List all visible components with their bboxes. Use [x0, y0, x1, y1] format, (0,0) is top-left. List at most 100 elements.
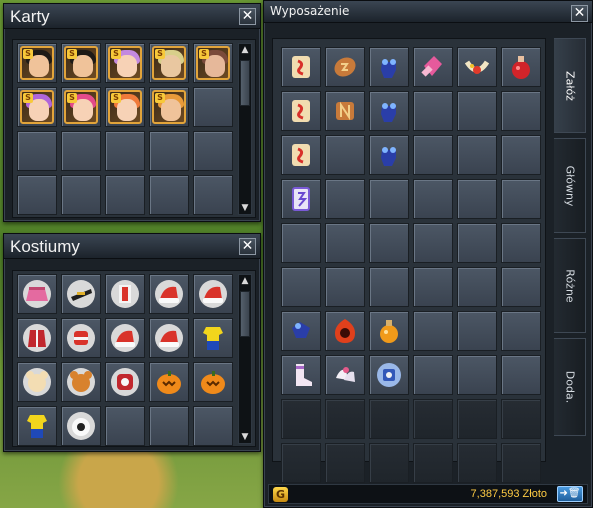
item-slot[interactable] [369, 47, 409, 87]
tab-equip[interactable]: Załóż [554, 38, 586, 133]
item-slot-empty[interactable] [325, 179, 365, 219]
item-slot-empty[interactable] [501, 223, 541, 263]
card-slot-empty[interactable] [193, 131, 233, 171]
item-slot-empty[interactable] [413, 135, 453, 175]
item-slot-empty[interactable] [369, 223, 409, 263]
scroll-down-icon[interactable]: ▼ [239, 202, 251, 214]
item-slot-empty[interactable] [281, 267, 321, 307]
item-slot[interactable] [369, 91, 409, 131]
item-slot[interactable] [281, 91, 321, 131]
costume-slot[interactable] [61, 406, 101, 446]
item-slot[interactable] [413, 47, 453, 87]
costume-slot[interactable] [17, 274, 57, 314]
costumes-close-button[interactable]: ✕ [239, 238, 256, 255]
tab-main[interactable]: Główny [554, 138, 586, 233]
cards-window-titlebar[interactable]: Karty ✕ [4, 4, 260, 29]
costumes-window-titlebar[interactable]: Kostiumy ✕ [4, 234, 260, 259]
card-slot[interactable]: S [17, 87, 57, 127]
item-slot[interactable] [281, 135, 321, 175]
item-slot-empty[interactable] [413, 355, 453, 395]
item-slot[interactable] [281, 179, 321, 219]
costume-slot-empty[interactable] [105, 406, 145, 446]
item-slot-empty[interactable] [501, 179, 541, 219]
item-slot-empty[interactable] [413, 179, 453, 219]
card-slot[interactable]: S [17, 43, 57, 83]
costume-slot[interactable] [193, 318, 233, 358]
card-slot-empty[interactable] [149, 131, 189, 171]
card-slot[interactable]: S [61, 87, 101, 127]
tab-extra[interactable]: Doda. [554, 338, 586, 436]
costume-slot[interactable] [61, 274, 101, 314]
item-slot-empty[interactable] [457, 179, 497, 219]
item-slot[interactable] [325, 311, 365, 351]
card-slot-empty[interactable] [61, 131, 101, 171]
item-slot-empty[interactable] [457, 223, 497, 263]
card-slot-empty[interactable] [17, 175, 57, 215]
costume-slot[interactable] [105, 318, 145, 358]
costume-slot[interactable] [193, 274, 233, 314]
scroll-up-icon[interactable]: ▲ [239, 44, 251, 56]
item-slot-empty[interactable] [457, 135, 497, 175]
cards-close-button[interactable]: ✕ [239, 8, 256, 25]
item-slot[interactable] [501, 47, 541, 87]
card-slot-empty[interactable] [193, 175, 233, 215]
item-slot[interactable] [369, 135, 409, 175]
scroll-up-icon[interactable]: ▲ [239, 275, 251, 287]
costume-slot[interactable] [149, 274, 189, 314]
scroll-thumb[interactable] [240, 291, 250, 337]
item-slot-empty[interactable] [369, 179, 409, 219]
costume-slot[interactable] [149, 362, 189, 402]
card-slot-empty[interactable] [193, 87, 233, 127]
costumes-scrollbar[interactable]: ▲ ▼ [238, 274, 252, 444]
costume-slot[interactable] [105, 362, 145, 402]
card-slot[interactable]: S [193, 43, 233, 83]
item-slot-empty[interactable] [457, 267, 497, 307]
move-to-trash-button[interactable]: ➜🗑 [557, 486, 583, 502]
costume-slot[interactable] [105, 274, 145, 314]
item-slot[interactable] [281, 311, 321, 351]
item-slot[interactable] [369, 311, 409, 351]
item-slot-empty[interactable] [457, 91, 497, 131]
equipment-window-titlebar[interactable]: Wyposażenie ✕ [264, 1, 592, 23]
costume-slot[interactable] [61, 362, 101, 402]
item-slot[interactable] [325, 91, 365, 131]
costume-slot[interactable] [17, 318, 57, 358]
item-slot-empty[interactable] [325, 135, 365, 175]
item-slot[interactable] [281, 355, 321, 395]
item-slot[interactable] [369, 355, 409, 395]
item-slot-empty[interactable] [413, 223, 453, 263]
item-slot[interactable] [325, 355, 365, 395]
costume-slot[interactable] [17, 406, 57, 446]
card-slot[interactable]: S [61, 43, 101, 83]
item-slot[interactable] [457, 47, 497, 87]
card-slot[interactable]: S [149, 87, 189, 127]
item-slot-empty[interactable] [413, 91, 453, 131]
costume-slot[interactable] [149, 318, 189, 358]
card-slot-empty[interactable] [149, 175, 189, 215]
costume-slot[interactable] [193, 362, 233, 402]
card-slot[interactable]: S [105, 43, 145, 83]
item-slot-empty[interactable] [457, 355, 497, 395]
costume-slot[interactable] [61, 318, 101, 358]
card-slot-empty[interactable] [105, 175, 145, 215]
item-slot-empty[interactable] [501, 135, 541, 175]
cards-scrollbar[interactable]: ▲ ▼ [238, 43, 252, 215]
item-slot[interactable] [325, 47, 365, 87]
costume-slot-empty[interactable] [149, 406, 189, 446]
item-slot-empty[interactable] [281, 223, 321, 263]
card-slot-empty[interactable] [105, 131, 145, 171]
item-slot-empty[interactable] [413, 267, 453, 307]
item-slot-empty[interactable] [413, 311, 453, 351]
card-slot[interactable]: S [149, 43, 189, 83]
item-slot-empty[interactable] [325, 267, 365, 307]
card-slot-empty[interactable] [17, 131, 57, 171]
item-slot-empty[interactable] [501, 355, 541, 395]
item-slot-empty[interactable] [501, 311, 541, 351]
item-slot[interactable] [281, 47, 321, 87]
equipment-close-button[interactable]: ✕ [571, 5, 588, 22]
scroll-thumb[interactable] [240, 60, 250, 106]
item-slot-empty[interactable] [501, 267, 541, 307]
item-slot-empty[interactable] [369, 267, 409, 307]
scroll-down-icon[interactable]: ▼ [239, 431, 251, 443]
costume-slot[interactable] [17, 362, 57, 402]
